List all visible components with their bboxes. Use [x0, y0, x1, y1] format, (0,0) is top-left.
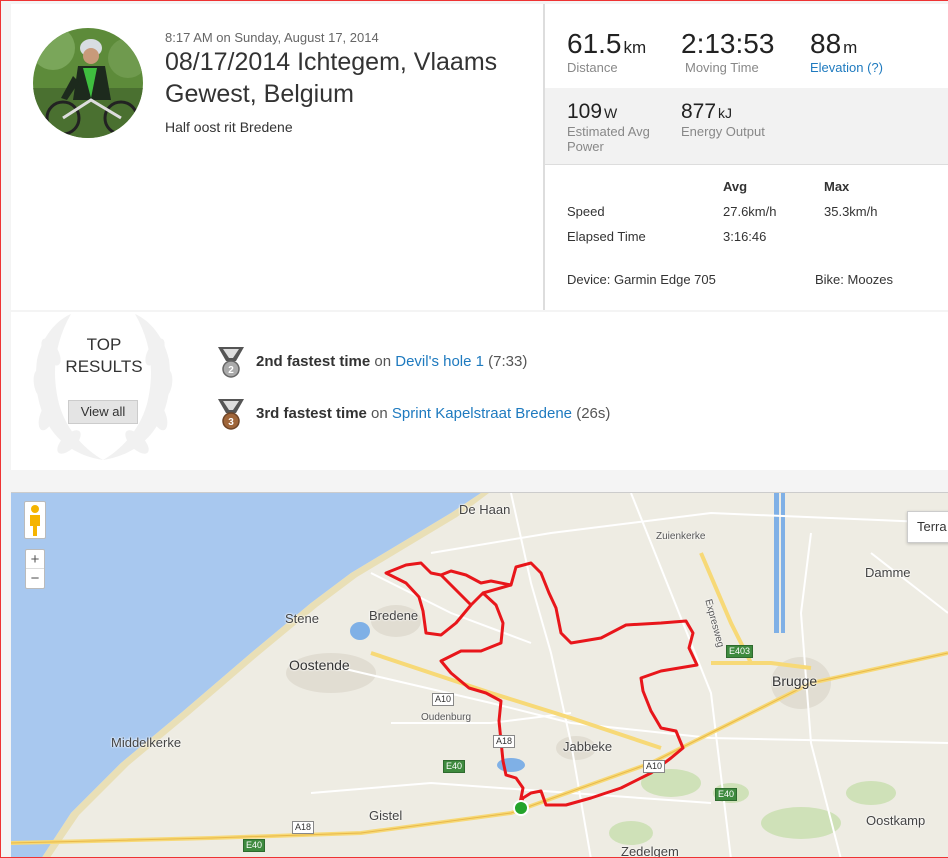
distance-value: 61.5	[567, 28, 622, 59]
map-label: De Haan	[459, 502, 511, 517]
result-rank: 3rd fastest time	[256, 404, 367, 422]
terrain-toggle-button[interactable]: Terra	[907, 511, 948, 543]
energy-unit: kJ	[718, 105, 733, 121]
top-results-panel: TOP RESULTS View all 2 2nd fastest time …	[11, 312, 948, 470]
result-on: on	[374, 352, 392, 370]
map-label: Damme	[865, 565, 911, 580]
start-marker-icon	[513, 800, 529, 816]
road-shield: E40	[443, 760, 466, 773]
map-label: Gistel	[369, 808, 403, 823]
power-value: 109	[567, 100, 603, 123]
energy-stat: 877 kJ Energy Output	[681, 100, 765, 139]
road-shield: E40	[243, 839, 266, 852]
top-results-title: TOP RESULTS	[49, 334, 159, 378]
road-shield: A10	[432, 693, 455, 706]
road-shield: E40	[715, 788, 738, 801]
distance-unit: km	[623, 38, 647, 57]
top-results-title-line1: TOP	[86, 335, 122, 354]
power-label: Estimated Avg Power	[567, 124, 650, 154]
energy-label: Energy Output	[681, 124, 765, 139]
segment-link-devils-hole[interactable]: Devil's hole 1	[395, 353, 484, 370]
silver-medal-number: 2	[228, 365, 234, 376]
top-results-title-line2: RESULTS	[65, 357, 143, 376]
moving-time-label: Moving Time	[685, 60, 759, 75]
map-label: Oudenburg	[421, 712, 472, 723]
map-label: Brugge	[772, 673, 818, 689]
bike-info: Bike: Moozes	[815, 272, 894, 287]
zoom-out-button[interactable]: −	[26, 569, 44, 588]
bronze-medal-icon: 3	[218, 399, 244, 430]
primary-stats: 61.5 km Distance 2:13:53 Moving Time 88 m …	[545, 4, 948, 88]
road-shield: A10	[643, 760, 666, 773]
view-all-button[interactable]: View all	[68, 400, 138, 424]
map-label: Jabbeke	[563, 739, 613, 754]
elapsed-time-value: 3:16:46	[723, 229, 767, 244]
road-shield: A18	[493, 735, 516, 748]
result-on: on	[371, 404, 388, 422]
map-label: Bredene	[369, 608, 419, 623]
elapsed-time-label: Elapsed Time	[567, 229, 646, 244]
result-rank: 2nd fastest time	[256, 352, 371, 370]
device-info: Device: Garmin Edge 705	[567, 272, 716, 287]
athlete-avatar[interactable]	[33, 28, 143, 138]
speed-avg: 27.6km/h	[723, 204, 777, 219]
result-time: (26s)	[576, 404, 611, 422]
max-column-header: Max	[824, 179, 850, 194]
map-label: Zedelgem	[621, 844, 679, 858]
bronze-medal-number: 3	[228, 417, 234, 428]
map-label: Oostende	[289, 657, 350, 673]
zoom-in-button[interactable]: +	[26, 550, 44, 569]
power-unit: W	[604, 105, 618, 121]
map-label: Stene	[285, 611, 319, 626]
activity-datetime: 8:17 AM on Sunday, August 17, 2014	[165, 30, 379, 45]
stats-table: Avg Max Speed 27.6km/h 35.3km/h Elapsed …	[545, 164, 948, 310]
route-map[interactable]: + − Terra De Haan Zuienkerke Damme Stene…	[11, 492, 948, 858]
activity-summary: 8:17 AM on Sunday, August 17, 2014 08/17…	[11, 4, 543, 310]
elevation-stat: 88 m Elevation (?)	[810, 28, 883, 75]
activity-stats: 61.5 km Distance 2:13:53 Moving Time 88 m …	[543, 4, 948, 310]
distance-label: Distance	[567, 60, 618, 75]
map-label: Oostkamp	[866, 813, 926, 828]
power-stat: 109 W Estimated Avg Power	[567, 100, 667, 154]
moving-time-stat: 2:13:53 Moving Time	[681, 28, 774, 75]
speed-max: 35.3km/h	[824, 204, 878, 219]
zoom-control: + −	[25, 549, 45, 589]
street-view-pegman-icon[interactable]	[24, 501, 46, 539]
avg-column-header: Avg	[723, 179, 748, 194]
activity-description: Half oost rit Bredene	[165, 119, 293, 135]
silver-medal-icon: 2	[218, 347, 244, 378]
map-label: Middelkerke	[111, 735, 182, 750]
activity-header: 8:17 AM on Sunday, August 17, 2014 08/17…	[11, 4, 948, 310]
activity-title[interactable]: 08/17/2014 Ichtegem, Vlaams Gewest, Belg…	[165, 46, 535, 110]
speed-label: Speed	[567, 204, 605, 219]
elevation-value: 88	[810, 28, 842, 59]
result-time: (7:33)	[488, 352, 528, 370]
road-shield: E403	[726, 645, 754, 658]
segment-link-sprint-kapelstraat[interactable]: Sprint Kapelstraat Bredene	[392, 405, 572, 422]
road-shield: A18	[292, 821, 315, 834]
secondary-stats: 109 W Estimated Avg Power 877 kJ Energy Ou…	[545, 88, 948, 164]
elevation-unit: m	[843, 38, 858, 57]
distance-stat: 61.5 km Distance	[567, 28, 646, 75]
elevation-help-link[interactable]: Elevation (?)	[810, 60, 883, 75]
energy-value: 877	[681, 100, 717, 123]
moving-time-value: 2:13:53	[681, 28, 775, 59]
result-item: 3 3rd fastest time on Sprint Kapelstraat…	[216, 397, 610, 431]
map-label: Zuienkerke	[656, 531, 706, 542]
result-item: 2 2nd fastest time on Devil's hole 1 (7:…	[216, 345, 527, 379]
